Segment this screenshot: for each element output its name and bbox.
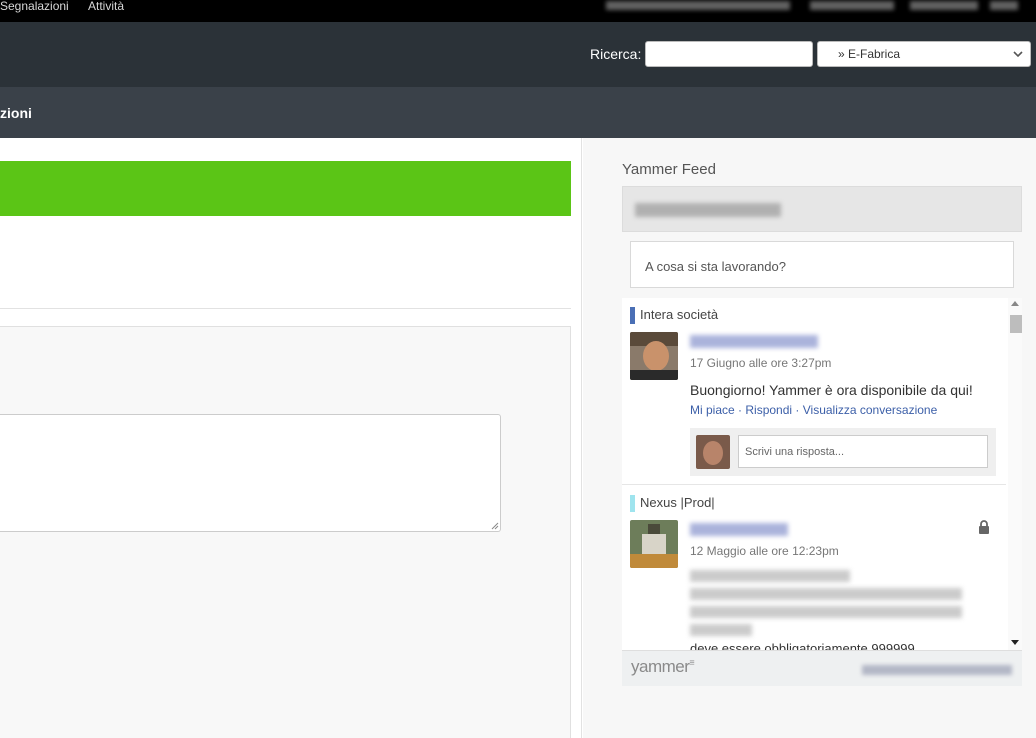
search-label: Ricerca: — [590, 46, 642, 62]
avatar — [696, 435, 730, 469]
scroll-thumb[interactable] — [1010, 315, 1022, 333]
site-header: Ricerca: » E-Fabrica — [0, 22, 1036, 87]
divider — [0, 308, 571, 309]
avatar[interactable] — [630, 332, 678, 380]
group-name-redacted — [635, 203, 781, 217]
yammer-sidebar: Yammer Feed A cosa si sta lavorando? Int… — [583, 138, 1036, 738]
post-group-name: Nexus |Prod| — [640, 495, 715, 510]
success-banner — [0, 161, 571, 216]
main-content — [0, 138, 582, 738]
account-link-redacted[interactable] — [910, 1, 978, 10]
nav-link-segnalazioni[interactable]: Segnalazioni — [0, 0, 69, 12]
like-link[interactable]: Mi piace — [690, 403, 735, 417]
status-placeholder: A cosa si sta lavorando? — [645, 259, 786, 274]
nav-item-segnalazioni[interactable]: zioni — [0, 105, 32, 121]
post-message: Buongiorno! Yammer è ora disponibile da … — [690, 382, 973, 398]
status-input[interactable]: A cosa si sta lavorando? — [630, 241, 1014, 288]
post-body-redacted — [690, 588, 962, 600]
yammer-feed-title: Yammer Feed — [622, 161, 716, 178]
lock-icon — [979, 520, 989, 534]
group-color-mark — [630, 307, 635, 324]
post-body-redacted — [690, 570, 850, 582]
reply-input[interactable]: Scrivi una risposta... — [738, 435, 988, 468]
post-body-redacted — [690, 606, 962, 618]
group-selector[interactable] — [622, 186, 1022, 232]
post-timestamp[interactable]: 12 Maggio alle ore 12:23pm — [690, 544, 839, 558]
post-actions: Mi piace · Rispondi · Visualizza convers… — [690, 403, 938, 417]
post-divider — [622, 484, 1006, 485]
site-scope-select[interactable]: » E-Fabrica — [817, 41, 1031, 67]
form-panel — [0, 326, 571, 738]
scroll-down-icon[interactable] — [1011, 640, 1019, 645]
comment-textarea[interactable] — [0, 414, 501, 532]
reply-area: Scrivi una risposta... — [690, 428, 996, 476]
chevron-down-icon — [1013, 51, 1023, 58]
resize-grip-icon[interactable] — [491, 522, 499, 530]
site-scope-value: » E-Fabrica — [838, 47, 901, 61]
nav-link-attivita[interactable]: Attività — [88, 0, 124, 12]
post-author-redacted[interactable] — [690, 523, 788, 536]
view-conversation-link[interactable]: Visualizza conversazione — [803, 403, 938, 417]
reply-link[interactable]: Rispondi — [745, 403, 792, 417]
post-message: deve essere obbligatoriamente 999999 — [690, 641, 915, 650]
post-group-tag[interactable]: Intera società — [630, 307, 719, 324]
yammer-logo: yammer≡ — [631, 657, 695, 676]
avatar[interactable] — [630, 520, 678, 568]
main-nav: zioni — [0, 87, 1036, 138]
top-bar: Segnalazioni Attività — [0, 0, 1036, 22]
logout-link-redacted[interactable] — [990, 1, 1018, 10]
user-menu-redacted[interactable] — [810, 1, 894, 10]
yammer-feed: Intera società 17 Giugno alle ore 3:27pm… — [622, 298, 1022, 650]
post-timestamp[interactable]: 17 Giugno alle ore 3:27pm — [690, 356, 831, 370]
user-info-redacted — [606, 1, 790, 10]
post-author-redacted[interactable] — [690, 335, 818, 348]
post-body-redacted — [690, 624, 752, 636]
search-input[interactable] — [645, 41, 813, 67]
yammer-footer: yammer≡ — [622, 650, 1022, 686]
scroll-up-icon[interactable] — [1011, 301, 1019, 306]
group-color-mark — [630, 495, 635, 512]
post-group-tag[interactable]: Nexus |Prod| — [630, 495, 715, 512]
post-group-name: Intera società — [640, 307, 719, 322]
footer-link-redacted[interactable] — [862, 665, 1012, 675]
feed-scrollbar[interactable] — [1008, 298, 1022, 650]
